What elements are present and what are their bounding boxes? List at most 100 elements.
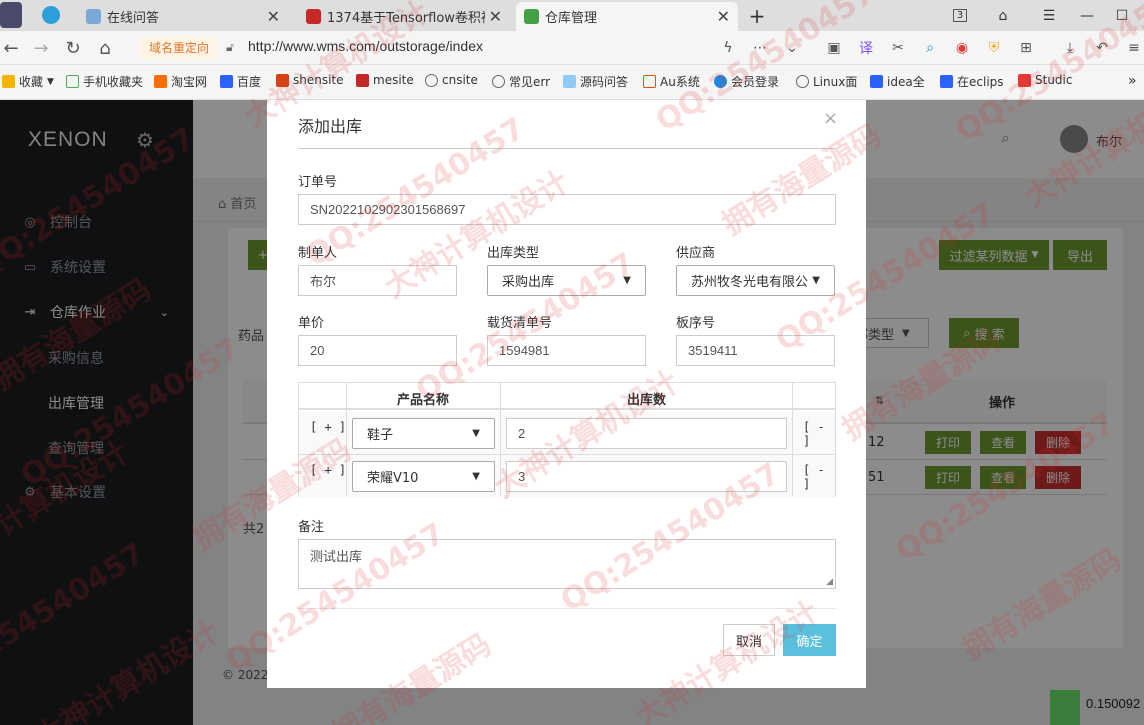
bookmarks-overflow-icon[interactable]: » (1128, 73, 1137, 89)
remark-textarea[interactable]: 测试出库 ◢ (298, 539, 836, 589)
lightning-icon[interactable]: ϟ (718, 38, 738, 58)
supplier-select[interactable]: 苏州牧冬光电有限公 ▼ (676, 265, 835, 296)
new-tab-button[interactable]: + (745, 0, 769, 31)
forward-icon[interactable]: → (30, 37, 52, 59)
close-icon[interactable]: ✕ (717, 7, 730, 26)
tab-warehouse[interactable]: 仓库管理 ✕ (516, 2, 738, 31)
globe-icon (796, 75, 809, 88)
add-outstorage-dialog: 添加出库 × 订单号 SN2022102902301568697 制单人 布尔 … (267, 100, 866, 688)
refresh-icon[interactable]: ↻ (62, 37, 84, 59)
globe-icon (425, 73, 438, 87)
bookmark-baidu[interactable]: 百度 (220, 73, 261, 90)
bookmark-studio[interactable]: Studic (1018, 73, 1072, 87)
shield-icon[interactable]: ⛨ (984, 38, 1004, 58)
remove-row-button[interactable]: [ - ] (803, 420, 835, 448)
product-table: 产品名称 出库数 [ + ] 鞋子 ▼ 2 [ - ] [ + ] 荣耀V10 ▼ … (298, 382, 836, 498)
minimize-icon[interactable]: — (1075, 0, 1099, 31)
translate-icon[interactable]: 译 (856, 38, 876, 58)
bookmark-eclipse[interactable]: 在eclips (940, 73, 1004, 90)
bookmark-member[interactable]: 会员登录 (714, 73, 779, 90)
paw-icon (940, 75, 953, 88)
close-icon[interactable]: × (823, 108, 838, 129)
grid-icon (276, 73, 289, 87)
bookmark-linux[interactable]: Linux面 (796, 73, 857, 90)
confirm-button[interactable]: 确定 (783, 624, 836, 656)
maker-label: 制单人 (298, 246, 338, 261)
close-icon[interactable]: ✕ (267, 7, 280, 26)
download-icon[interactable]: ⤓ (1060, 38, 1080, 58)
flag-icon (356, 73, 369, 87)
quantity-header: 出库数 (627, 393, 667, 408)
unit-price-label: 单价 (298, 316, 325, 331)
bookmark-shensite[interactable]: shensite (276, 73, 344, 87)
quantity-field[interactable]: 2 (506, 418, 787, 449)
home-icon[interactable]: ⌂ (94, 37, 116, 59)
hamburger-icon[interactable]: ≡ (1124, 38, 1144, 58)
remove-row-button[interactable]: [ - ] (803, 463, 835, 491)
menu-icon[interactable]: ☰ (1038, 0, 1060, 31)
divider (298, 608, 836, 609)
maximize-icon[interactable]: ☐ (1110, 0, 1134, 31)
maker-field[interactable]: 布尔 (298, 265, 457, 296)
supplier-label: 供应商 (676, 246, 716, 261)
redirect-badge[interactable]: 域名重定向 (140, 37, 219, 59)
chevron-down-icon: ▼ (47, 76, 54, 87)
paw-icon (220, 75, 233, 88)
avatar[interactable] (0, 2, 22, 28)
page-icon (306, 9, 321, 24)
bookmark-taobao[interactable]: 淘宝网 (154, 73, 207, 90)
bookmark-mesite[interactable]: mesite (356, 73, 414, 87)
product-name-header: 产品名称 (397, 393, 450, 408)
cargo-no-label: 载货清单号 (487, 316, 553, 331)
divider (346, 383, 347, 496)
globe-icon (492, 75, 505, 88)
bookmark-au[interactable]: Au系统 (643, 73, 700, 90)
tab-counter[interactable]: 3 (950, 0, 970, 31)
scissors-icon[interactable]: ✂ (888, 38, 908, 58)
remark-label: 备注 (298, 520, 325, 535)
address-bar: ← → ↻ ⌂ 域名重定向 🔓︎ http://www.wms.com/outs… (0, 31, 1144, 65)
dialog-title: 添加出库 (298, 117, 363, 136)
reader-icon[interactable]: ▣ (824, 38, 844, 58)
app-tray-icon[interactable] (1050, 690, 1080, 725)
add-row-button[interactable]: [ + ] (310, 463, 346, 477)
bookmark-source-qa[interactable]: 源码问答 (563, 73, 628, 90)
telegram-icon[interactable] (42, 6, 60, 24)
bookmark-err[interactable]: 常见err (492, 73, 550, 90)
chevron-down-icon: ▼ (623, 275, 631, 286)
more-icon[interactable]: ⋯ (750, 38, 770, 58)
tab-qa[interactable]: 在线问答 ✕ (78, 2, 288, 31)
product-select[interactable]: 荣耀V10 ▼ (352, 461, 495, 492)
product-select[interactable]: 鞋子 ▼ (352, 418, 495, 449)
resize-handle-icon[interactable]: ◢ (826, 577, 833, 587)
order-no-field[interactable]: SN2022102902301568697 (298, 194, 836, 225)
pallet-no-field[interactable]: 3519411 (676, 335, 835, 366)
gamepad-icon[interactable]: ◉ (952, 38, 972, 58)
undo-icon[interactable]: ↶ (1092, 38, 1112, 58)
back-icon[interactable]: ← (0, 37, 22, 59)
bookmark-cnsite[interactable]: cnsite (425, 73, 478, 87)
search-icon[interactable]: ⌕ (920, 38, 940, 58)
add-row-button[interactable]: [ + ] (310, 420, 346, 434)
apps-icon[interactable]: ⊞ (1016, 38, 1036, 58)
out-type-select[interactable]: 采购出库 ▼ (487, 265, 646, 296)
browser-tab-bar: 在线问答 ✕ 1374基于Tensorflow卷积神经 ✕ 仓库管理 ✕ + 3… (0, 0, 1144, 31)
chevron-down-icon[interactable]: ⌄ (782, 38, 802, 58)
url-field[interactable]: http://www.wms.com/outstorage/index (248, 38, 483, 54)
insecure-icon[interactable]: 🔓︎ (226, 40, 234, 55)
chevron-down-icon: ▼ (472, 428, 480, 439)
wave-icon (563, 75, 576, 88)
unit-price-field[interactable]: 20 (298, 335, 457, 366)
bookmark-idea[interactable]: idea全 (870, 73, 925, 90)
tab-tensorflow[interactable]: 1374基于Tensorflow卷积神经 ✕ (298, 2, 510, 31)
divider (500, 383, 501, 496)
bookmark-favorites[interactable]: 收藏 ▼ (2, 73, 54, 90)
close-icon[interactable]: ✕ (489, 7, 502, 26)
cancel-button[interactable]: 取消 (723, 624, 775, 656)
cargo-no-field[interactable]: 1594981 (487, 335, 646, 366)
phone-icon (66, 75, 79, 88)
quantity-field[interactable]: 3 (506, 461, 787, 492)
system-tray: 0.150092 (1050, 690, 1144, 725)
shirt-icon[interactable]: ⌂ (992, 0, 1014, 31)
bookmark-mobile[interactable]: 手机收藏夹 (66, 73, 143, 90)
